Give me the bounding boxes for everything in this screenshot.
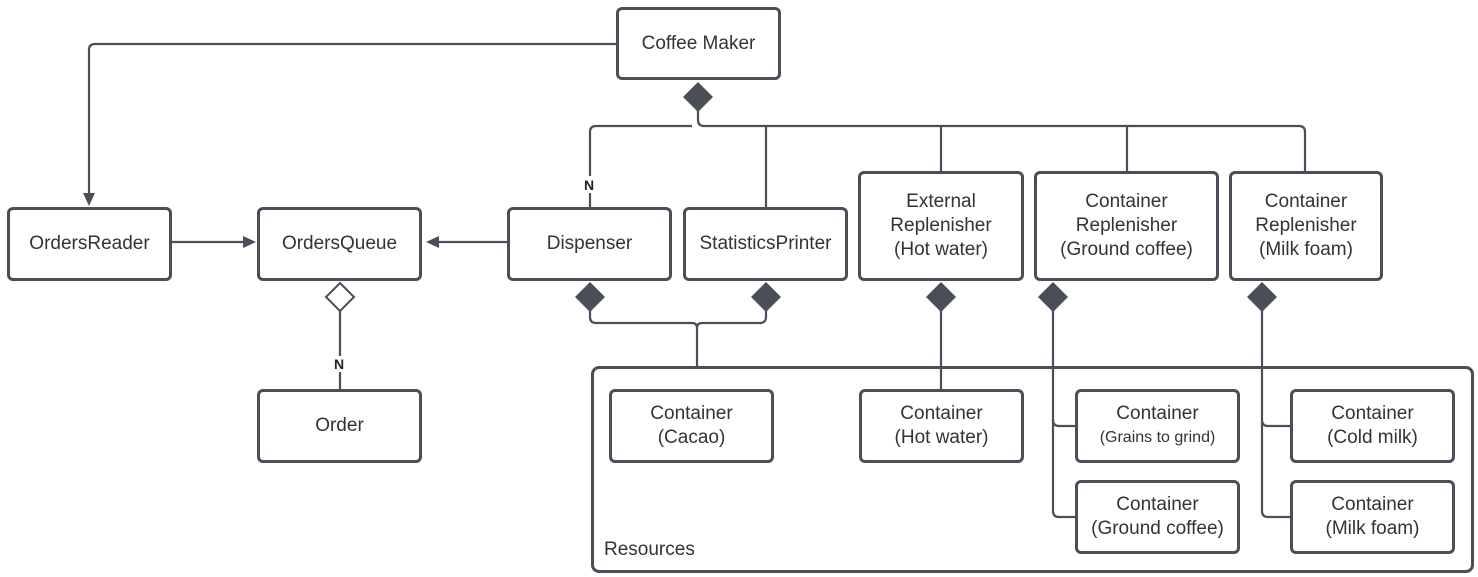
node-container-replenisher-ground-coffee[interactable]: Container Replenisher (Ground coffee) bbox=[1034, 171, 1219, 281]
node-label-line1: External bbox=[906, 191, 976, 212]
node-dispenser[interactable]: Dispenser bbox=[507, 207, 672, 281]
composition-diamond-milk bbox=[1247, 282, 1277, 312]
node-label-line1: Container bbox=[1331, 494, 1414, 515]
node-label-line1: Container bbox=[650, 403, 733, 424]
node-label: Dispenser bbox=[546, 233, 633, 254]
node-label-line2: (Ground coffee) bbox=[1091, 518, 1224, 539]
aggregation-diamond-ordersqueue bbox=[324, 281, 356, 313]
node-label-line1: Container bbox=[1331, 403, 1414, 424]
composition-diamond-ground bbox=[1038, 282, 1068, 312]
node-label-line1: Container bbox=[1116, 403, 1199, 424]
node-label-line3: (Ground coffee) bbox=[1060, 239, 1193, 260]
node-label-line2: (Hot water) bbox=[894, 427, 989, 448]
node-coffee-maker[interactable]: Coffee Maker bbox=[616, 7, 781, 80]
arrowhead-ordersqueue-left bbox=[243, 236, 256, 248]
arrowhead-ordersreader bbox=[83, 193, 95, 206]
node-container-hot-water[interactable]: Container (Hot water) bbox=[859, 389, 1024, 463]
node-container-cacao[interactable]: Container (Cacao) bbox=[609, 389, 774, 463]
node-label-line1: Container bbox=[1264, 191, 1348, 212]
arrowhead-ordersqueue-right bbox=[426, 236, 439, 248]
node-label-line2: (Cold milk) bbox=[1327, 427, 1418, 448]
multiplicity-order: N bbox=[333, 356, 346, 372]
node-statistics-printer[interactable]: StatisticsPrinter bbox=[683, 207, 848, 281]
edge-dispenser-resources bbox=[588, 310, 699, 366]
node-label-line2: Replenisher bbox=[1255, 215, 1357, 236]
node-container-grains-to-grind[interactable]: Container (Grains to grind) bbox=[1075, 389, 1240, 463]
edge-coffeemaker-ordersreader bbox=[87, 42, 617, 196]
composition-diamond-coffeemaker bbox=[683, 82, 713, 112]
edge-coffeemaker-bus bbox=[696, 110, 1307, 172]
multiplicity-dispenser: N bbox=[583, 177, 596, 193]
node-label-line3: (Hot water) bbox=[894, 239, 988, 260]
edge-bus-dispenser bbox=[588, 124, 692, 208]
composition-diamond-statisticsprinter bbox=[751, 282, 781, 312]
node-orders-queue[interactable]: OrdersQueue bbox=[257, 207, 422, 281]
node-container-cold-milk[interactable]: Container (Cold milk) bbox=[1290, 389, 1455, 463]
node-label: OrdersReader bbox=[29, 233, 150, 254]
node-label: OrdersQueue bbox=[281, 233, 398, 254]
node-label: Coffee Maker bbox=[641, 32, 756, 54]
node-label-line2: Replenisher bbox=[890, 215, 992, 236]
node-label-line3: (Milk foam) bbox=[1259, 239, 1353, 260]
node-label: Order bbox=[315, 415, 364, 436]
node-label-line1: Container bbox=[900, 403, 983, 424]
composition-diamond-dispenser bbox=[575, 282, 605, 312]
node-label-line2: Replenisher bbox=[1075, 215, 1178, 236]
resources-label: Resources bbox=[604, 539, 695, 560]
edge-statistics-resources bbox=[695, 310, 768, 329]
node-label-line1: Container bbox=[1116, 494, 1199, 515]
composition-diamond-external bbox=[926, 282, 956, 312]
node-label-line2: (Cacao) bbox=[657, 427, 726, 448]
node-orders-reader[interactable]: OrdersReader bbox=[7, 207, 172, 281]
node-label-line2: (Milk foam) bbox=[1325, 518, 1420, 539]
node-container-ground-coffee[interactable]: Container (Ground coffee) bbox=[1075, 480, 1240, 554]
node-container-milk-foam[interactable]: Container (Milk foam) bbox=[1290, 480, 1455, 554]
node-label-line1: Container bbox=[1085, 191, 1168, 212]
node-label: StatisticsPrinter bbox=[699, 233, 832, 254]
node-order[interactable]: Order bbox=[257, 389, 422, 463]
node-container-replenisher-milk-foam[interactable]: Container Replenisher (Milk foam) bbox=[1229, 171, 1383, 281]
node-external-replenisher[interactable]: External Replenisher (Hot water) bbox=[858, 171, 1024, 281]
node-label-line2: (Grains to grind) bbox=[1099, 429, 1216, 446]
